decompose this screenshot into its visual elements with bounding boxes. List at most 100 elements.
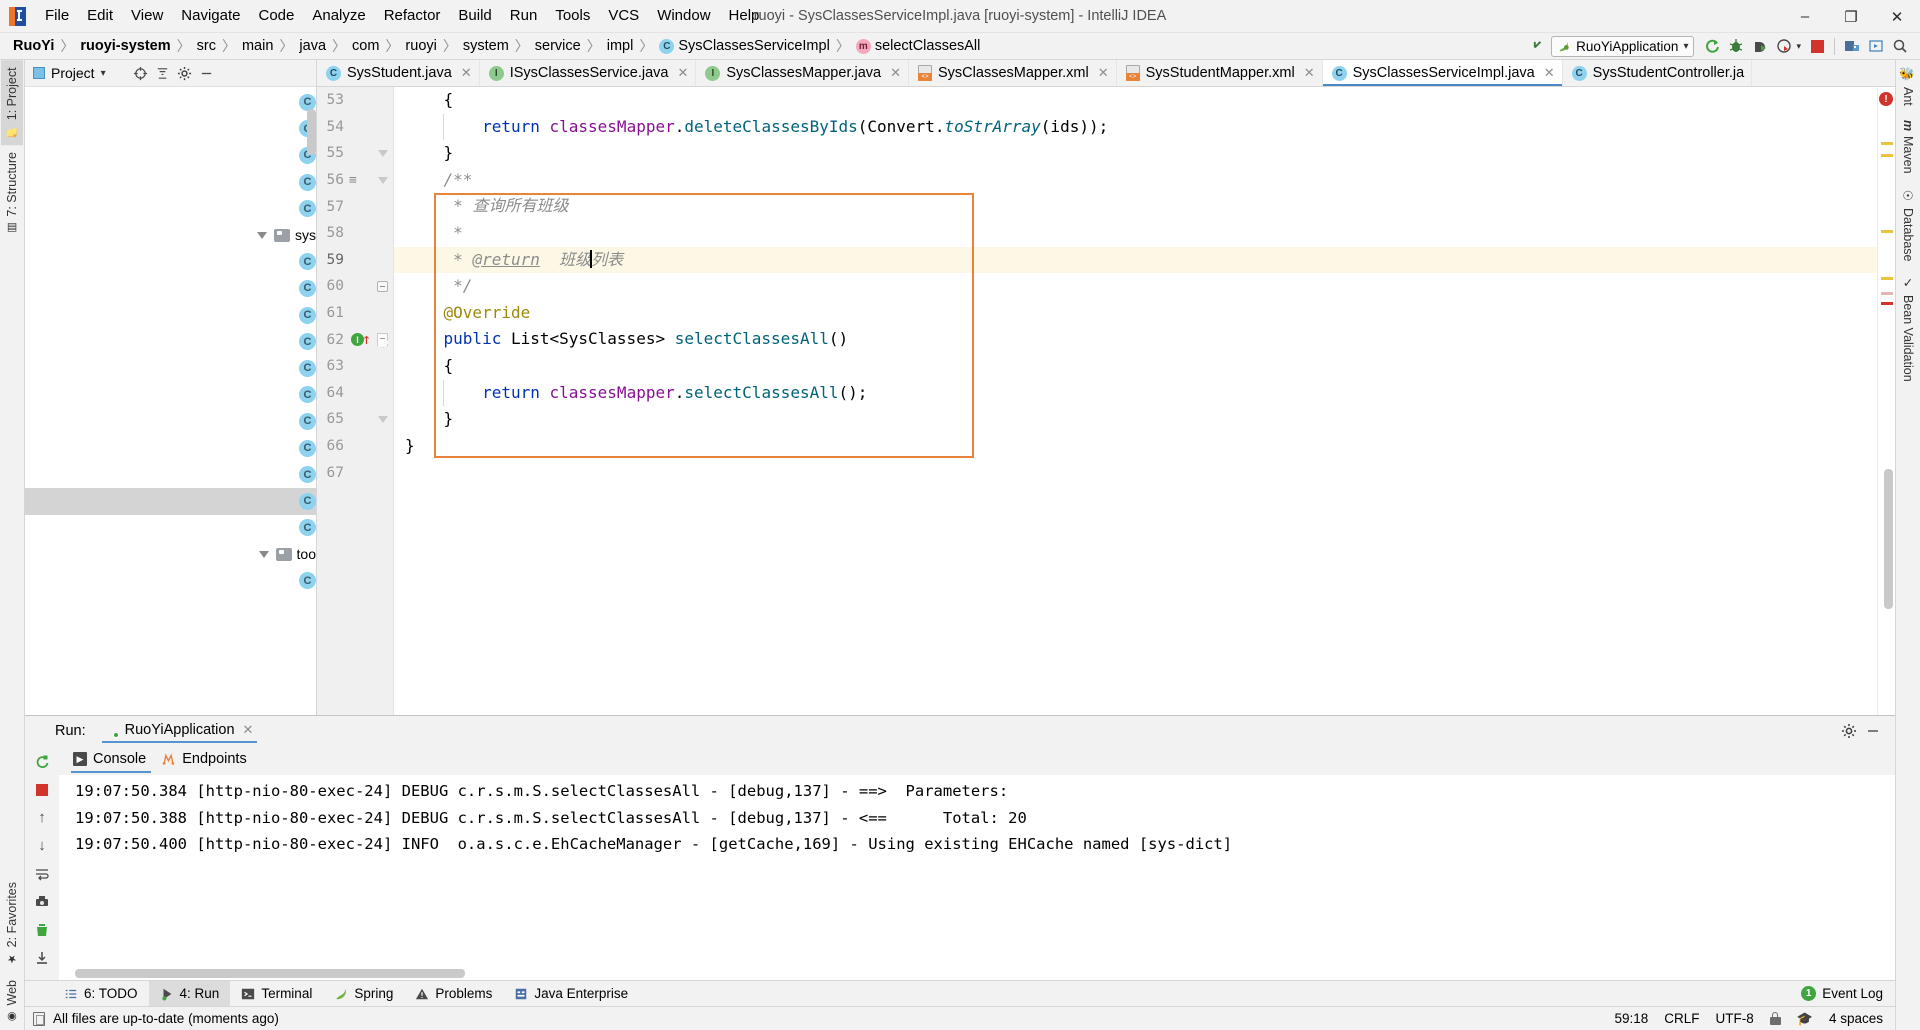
run-button[interactable] xyxy=(1700,35,1724,57)
tree-item[interactable]: C xyxy=(25,435,316,462)
menu-edit[interactable]: Edit xyxy=(78,4,122,28)
error-badge[interactable]: ! xyxy=(1879,92,1893,106)
down-stacktrace-button[interactable]: ↓ xyxy=(28,832,56,859)
bottom-tab-java-enterprise[interactable]: Java Enterprise xyxy=(503,981,639,1006)
expand-triangle-icon[interactable] xyxy=(258,550,269,558)
print-button[interactable] xyxy=(28,888,56,915)
lock-icon[interactable] xyxy=(1769,1012,1781,1025)
tab-sysstudent-java[interactable]: C SysStudent.java ✕ xyxy=(317,60,480,86)
tree-item[interactable]: C xyxy=(25,89,316,116)
sidebar-item-database[interactable]: ☉ Database xyxy=(1897,181,1920,269)
code-line-66[interactable]: } xyxy=(394,433,1877,460)
fold-end-icon[interactable] xyxy=(378,415,388,423)
minimize-button[interactable]: – xyxy=(1782,0,1828,33)
code-line-62[interactable]: public List<SysClasses> selectClassesAll… xyxy=(394,326,1877,353)
search-everywhere-button[interactable] xyxy=(1888,35,1912,57)
code-line-67[interactable] xyxy=(394,459,1877,486)
tree-item-folder-too[interactable]: too xyxy=(25,541,316,568)
profiler-button[interactable] xyxy=(1772,35,1796,57)
menu-refactor[interactable]: Refactor xyxy=(375,4,450,28)
code-line-63[interactable]: { xyxy=(394,353,1877,380)
close-icon[interactable]: ✕ xyxy=(461,65,472,81)
project-tree[interactable]: C C C C C sys C C C C xyxy=(25,87,316,715)
tree-item[interactable]: C xyxy=(25,195,316,222)
project-structure-button[interactable] xyxy=(1840,35,1864,57)
maximize-button[interactable]: ❐ xyxy=(1828,0,1874,33)
tab-endpoints[interactable]: Endpoints xyxy=(155,748,256,773)
code-line-54[interactable]: return classesMapper.deleteClassesByIds(… xyxy=(394,113,1877,141)
tree-item[interactable]: C xyxy=(25,568,316,595)
tab-sysclassesmapper-java[interactable]: I SysClassesMapper.java ✕ xyxy=(696,60,910,86)
tree-vertical-scrollbar[interactable] xyxy=(307,109,316,155)
sidebar-item-favorites[interactable]: ★ 2: Favorites xyxy=(1,875,23,972)
javadoc-marker-icon[interactable]: ≡ xyxy=(349,173,357,188)
menu-window[interactable]: Window xyxy=(648,4,719,28)
editor-marker-bar[interactable]: ! xyxy=(1877,87,1895,715)
close-icon[interactable]: ✕ xyxy=(677,65,688,81)
update-project-button[interactable] xyxy=(1864,35,1888,57)
caret-marker[interactable] xyxy=(1881,292,1893,295)
bottom-tab-problems[interactable]: Problems xyxy=(404,981,503,1006)
fold-collapse-icon[interactable] xyxy=(377,280,388,292)
code-line-57[interactable]: * 查询所有班级 xyxy=(394,193,1877,220)
tree-item-folder-sys[interactable]: sys xyxy=(25,222,316,249)
breadcrumb-item-src[interactable]: src xyxy=(194,37,219,55)
tree-item[interactable]: C xyxy=(25,169,316,196)
run-with-coverage-button[interactable] xyxy=(1748,35,1772,57)
event-log-area[interactable]: 1 Event Log xyxy=(1801,986,1895,1001)
stop-button[interactable] xyxy=(1805,35,1829,57)
line-separator[interactable]: CRLF xyxy=(1664,1011,1699,1026)
close-icon[interactable]: ✕ xyxy=(1098,65,1109,81)
breadcrumb-item-com[interactable]: com xyxy=(349,37,382,55)
tree-item[interactable]: C xyxy=(25,302,316,329)
code-line-53[interactable]: { xyxy=(394,87,1877,114)
menu-analyze[interactable]: Analyze xyxy=(303,4,374,28)
tree-item[interactable]: C xyxy=(25,116,316,143)
menu-navigate[interactable]: Navigate xyxy=(172,4,249,28)
console-output[interactable]: 19:07:50.384 [http-nio-80-exec-24] DEBUG… xyxy=(59,775,1895,980)
caret-position[interactable]: 59:18 xyxy=(1614,1011,1648,1026)
fold-region-icon[interactable] xyxy=(377,333,388,347)
tab-sysclassesmapper-xml[interactable]: SysClassesMapper.xml ✕ xyxy=(909,60,1117,86)
warning-marker[interactable] xyxy=(1881,277,1893,280)
settings-gear-icon[interactable] xyxy=(1837,720,1861,742)
tab-isysclassesservice-java[interactable]: I ISysClassesService.java ✕ xyxy=(480,60,697,86)
stop-button[interactable] xyxy=(28,776,56,803)
export-button[interactable] xyxy=(28,944,56,971)
settings-gear-icon[interactable] xyxy=(174,63,196,83)
breadcrumb-item-ruoyi-pkg[interactable]: ruoyi xyxy=(402,37,439,55)
chevron-down-icon[interactable]: ▾ xyxy=(101,68,106,79)
bottom-tab-todo[interactable]: 6: TODO xyxy=(53,981,149,1006)
collapse-all-icon[interactable] xyxy=(152,63,174,83)
graduation-hat-icon[interactable]: 🎓 xyxy=(1797,1011,1813,1027)
menu-view[interactable]: View xyxy=(122,4,172,28)
tree-item[interactable]: C xyxy=(25,408,316,435)
breadcrumb-item-impl[interactable]: impl xyxy=(604,37,637,55)
tree-item[interactable]: C xyxy=(25,142,316,169)
sidebar-item-bean-validation[interactable]: ✓ Bean Validation xyxy=(1897,268,1920,389)
tab-sysstudentmapper-xml[interactable]: SysStudentMapper.xml ✕ xyxy=(1117,60,1323,86)
close-button[interactable]: ✕ xyxy=(1874,0,1920,33)
tree-item[interactable]: C xyxy=(25,328,316,355)
menu-file[interactable]: File xyxy=(36,4,78,28)
tree-item[interactable]: C xyxy=(25,275,316,302)
back-arrow-icon[interactable] xyxy=(1527,35,1551,57)
breadcrumb-item-java[interactable]: java xyxy=(296,37,329,55)
breadcrumb-item-ruoyi[interactable]: RuoYi xyxy=(10,37,57,55)
clear-all-button[interactable] xyxy=(28,916,56,943)
tree-item-selected[interactable]: C xyxy=(25,487,316,515)
up-stacktrace-button[interactable]: ↑ xyxy=(28,804,56,831)
implementing-method-marker[interactable]: I ↑ xyxy=(351,332,371,347)
soft-wrap-button[interactable] xyxy=(28,860,56,887)
warning-marker[interactable] xyxy=(1881,230,1893,233)
locate-file-icon[interactable] xyxy=(130,63,152,83)
run-config-tab[interactable]: RuoYiApplication ✕ xyxy=(100,719,260,743)
sidebar-item-ant[interactable]: 🐝 Ant xyxy=(1897,60,1920,113)
menu-tools[interactable]: Tools xyxy=(546,4,599,28)
indent-setting[interactable]: 4 spaces xyxy=(1829,1011,1883,1026)
sidebar-item-project[interactable]: 📁 1: Project xyxy=(1,60,23,146)
file-encoding[interactable]: UTF-8 xyxy=(1716,1011,1754,1026)
close-icon[interactable]: ✕ xyxy=(243,722,254,738)
bottom-tab-spring[interactable]: Spring xyxy=(323,981,404,1006)
editor-gutter[interactable]: 53 54 55 56 ≡ 57 58 59 60 61 62 I ↑ 63 6… xyxy=(317,87,394,715)
